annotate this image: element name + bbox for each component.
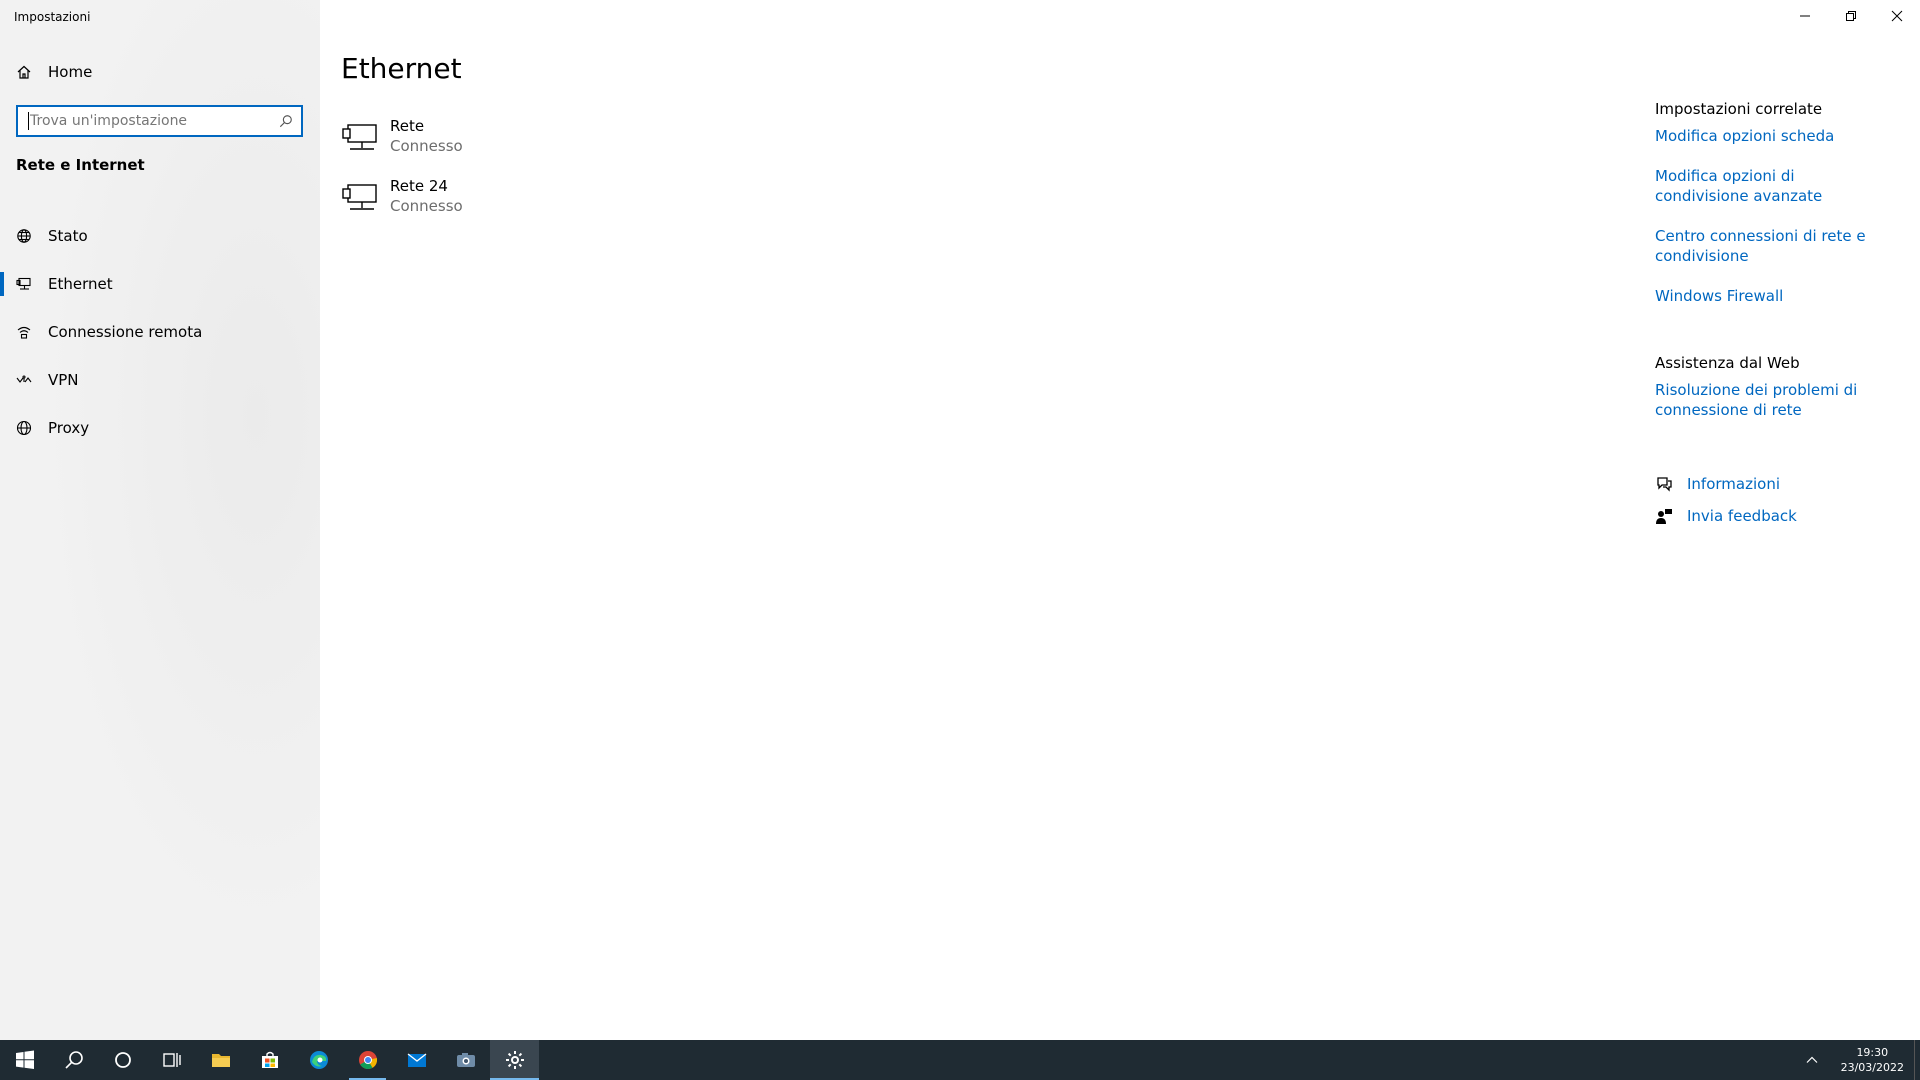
text-caret	[28, 112, 29, 130]
ethernet-network-icon	[342, 124, 377, 150]
sidebar-item-label: Connessione remota	[48, 323, 203, 341]
edge-button[interactable]	[294, 1040, 343, 1080]
folder-icon	[211, 1054, 230, 1067]
sidebar-item-vpn[interactable]: VPN	[0, 356, 320, 404]
link-opzioni-condivisione-avanzate[interactable]: Modifica opzioni di condivisione avanzat…	[1655, 166, 1885, 206]
camera-icon	[456, 1053, 475, 1067]
related-panel: Impostazioni correlate Modifica opzioni …	[1655, 100, 1885, 532]
task-view-button[interactable]	[147, 1040, 196, 1080]
minimize-icon	[1800, 15, 1810, 17]
store-button[interactable]	[245, 1040, 294, 1080]
sidebar-item-label: VPN	[48, 371, 79, 389]
section-title: Rete e Internet	[16, 156, 145, 174]
clock-time: 19:30	[1856, 1046, 1889, 1059]
home-label: Home	[48, 63, 93, 81]
web-help-title: Assistenza dal Web	[1655, 354, 1800, 372]
window-controls	[1782, 0, 1920, 32]
show-desktop-button[interactable]	[1914, 1040, 1920, 1080]
close-button[interactable]	[1874, 0, 1920, 32]
chrome-icon	[358, 1051, 377, 1070]
network-name: Rete 24	[390, 177, 448, 195]
sidebar-item-proxy[interactable]: Proxy	[0, 404, 320, 452]
search-input[interactable]	[30, 113, 279, 129]
start-button[interactable]	[0, 1040, 49, 1080]
restore-button[interactable]	[1828, 0, 1874, 32]
feedback-row[interactable]: Invia feedback	[1655, 500, 1885, 532]
vpn-icon	[16, 375, 32, 383]
chat-info-icon	[1657, 477, 1672, 492]
cortana-icon	[114, 1052, 131, 1068]
search-icon[interactable]	[279, 114, 293, 128]
web-help-section: Assistenza dal Web Risoluzione dei probl…	[1655, 354, 1885, 420]
taskbar-search-button[interactable]	[49, 1040, 98, 1080]
help-links: Informazioni Invia feedback	[1655, 468, 1885, 532]
cortana-button[interactable]	[98, 1040, 147, 1080]
globe-icon	[16, 420, 32, 436]
network-name: Rete	[390, 117, 425, 135]
link-modifica-opzioni-scheda[interactable]: Modifica opzioni scheda	[1655, 126, 1885, 146]
show-hidden-icons-button[interactable]	[1797, 1053, 1827, 1067]
camera-button[interactable]	[441, 1040, 490, 1080]
network-item-rete-24[interactable]: Rete 24 Connesso	[342, 176, 463, 236]
page-title: Ethernet	[341, 52, 462, 85]
info-row[interactable]: Informazioni	[1655, 468, 1885, 500]
sidebar-item-connessione-remota[interactable]: Connessione remota	[0, 308, 320, 356]
globe-status-icon	[17, 229, 31, 243]
ethernet-icon	[16, 277, 31, 290]
sidebar-nav: Stato Ethernet Connessione remota VPN Pr…	[0, 212, 320, 452]
sidebar-item-ethernet[interactable]: Ethernet	[0, 260, 320, 308]
chevron-up-icon	[1806, 1056, 1818, 1063]
feedback-icon	[1656, 509, 1672, 524]
network-status: Connesso	[390, 197, 463, 215]
sidebar: Impostazioni Home Rete e Internet Stato …	[0, 0, 320, 1040]
home-icon	[17, 65, 31, 79]
sidebar-item-label: Ethernet	[48, 275, 113, 293]
sidebar-item-label: Proxy	[48, 419, 90, 437]
file-explorer-button[interactable]	[196, 1040, 245, 1080]
sidebar-item-label: Stato	[48, 227, 88, 245]
edge-icon	[309, 1051, 328, 1069]
info-link[interactable]: Informazioni	[1687, 474, 1780, 494]
network-list: Rete Connesso Rete 24 Connesso	[342, 116, 463, 236]
ethernet-network-icon	[342, 184, 377, 210]
link-risoluzione-problemi[interactable]: Risoluzione dei problemi di connessione …	[1655, 380, 1885, 420]
network-status: Connesso	[390, 137, 463, 155]
clock-date: 23/03/2022	[1840, 1061, 1904, 1074]
minimize-button[interactable]	[1782, 0, 1828, 32]
link-centro-connessioni[interactable]: Centro connessioni di rete e condivision…	[1655, 226, 1885, 266]
close-icon	[1891, 10, 1903, 22]
taskbar: 19:30 23/03/2022	[0, 1040, 1920, 1080]
home-button[interactable]: Home	[16, 60, 92, 84]
link-windows-firewall[interactable]: Windows Firewall	[1655, 286, 1885, 306]
window-title: Impostazioni	[14, 10, 91, 24]
feedback-link[interactable]: Invia feedback	[1687, 506, 1797, 526]
mail-icon	[407, 1053, 426, 1067]
gear-icon	[505, 1051, 524, 1069]
sidebar-item-stato[interactable]: Stato	[0, 212, 320, 260]
windows-logo-icon	[15, 1050, 34, 1069]
system-tray: 19:30 23/03/2022	[1797, 1040, 1920, 1080]
search-box[interactable]	[16, 105, 303, 137]
task-view-icon	[162, 1053, 181, 1067]
search-icon	[64, 1051, 83, 1069]
related-settings-title: Impostazioni correlate	[1655, 100, 1823, 118]
settings-taskbar-button[interactable]	[490, 1040, 539, 1080]
dialup-icon	[17, 326, 31, 339]
store-icon	[261, 1051, 278, 1068]
restore-icon	[1846, 11, 1856, 21]
clock[interactable]: 19:30 23/03/2022	[1827, 1045, 1914, 1075]
chrome-button[interactable]	[343, 1040, 392, 1080]
network-item-rete[interactable]: Rete Connesso	[342, 116, 463, 176]
mail-button[interactable]	[392, 1040, 441, 1080]
